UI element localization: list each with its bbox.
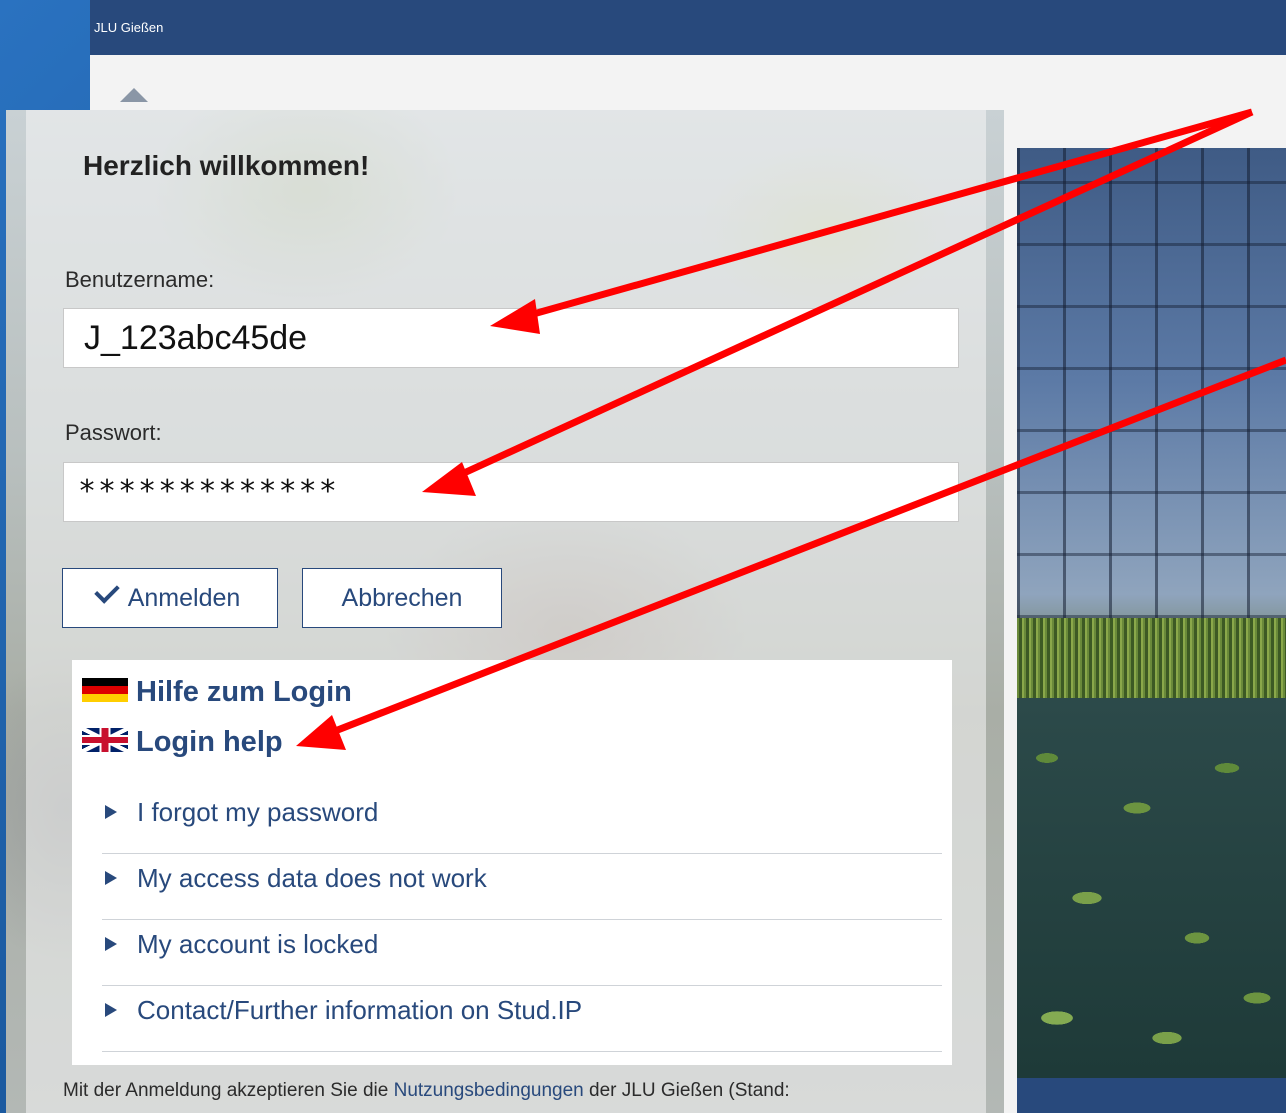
help-item-label: I forgot my password (137, 797, 379, 827)
triangle-right-icon (105, 937, 117, 951)
cancel-button[interactable]: Abbrechen (302, 568, 502, 628)
help-item-access-data[interactable]: My access data does not work (102, 854, 942, 920)
login-button[interactable]: Anmelden (62, 568, 278, 628)
help-item-label: Contact/Further information on Stud.IP (137, 995, 583, 1025)
help-item-forgot-password[interactable]: I forgot my password (102, 788, 942, 854)
terms-prefix: Mit der Anmeldung akzeptieren Sie die (63, 1080, 394, 1101)
lily-pond (1017, 698, 1286, 1078)
help-item-account-locked[interactable]: My account is locked (102, 920, 942, 986)
help-title-en-label: Login help (136, 726, 283, 758)
login-help-box: Hilfe zum Login Login help I forgot my p… (72, 660, 952, 1065)
triangle-right-icon (105, 871, 117, 885)
help-item-contact[interactable]: Contact/Further information on Stud.IP (102, 986, 942, 1052)
building-facade (1017, 148, 1286, 618)
brand-title: JLU Gießen (94, 20, 164, 35)
triangle-right-icon (105, 1003, 117, 1017)
terms-suffix: der JLU Gießen (Stand: (583, 1080, 790, 1101)
german-flag-icon (82, 678, 128, 703)
top-bar: JLU Gießen (90, 0, 1286, 55)
terms-notice: Mit der Anmeldung akzeptieren Sie die Nu… (63, 1080, 790, 1102)
help-title-en[interactable]: Login help (82, 726, 283, 759)
welcome-heading: Herzlich willkommen! (83, 150, 370, 181)
password-label: Passwort: (65, 420, 162, 445)
uk-flag-icon (82, 728, 128, 753)
password-input[interactable]: ************* (63, 462, 959, 522)
help-title-de[interactable]: Hilfe zum Login (82, 676, 352, 709)
footer-bar (1017, 1078, 1286, 1113)
help-title-de-label: Hilfe zum Login (136, 676, 352, 708)
terms-link[interactable]: Nutzungsbedingungen (394, 1080, 584, 1101)
triangle-right-icon (105, 805, 117, 819)
help-item-label: My account is locked (137, 929, 379, 959)
login-button-label: Anmelden (127, 584, 241, 612)
reeds (1017, 618, 1286, 698)
cancel-button-label: Abbrechen (341, 584, 463, 612)
home-icon[interactable] (120, 88, 148, 102)
help-item-label: My access data does not work (137, 863, 487, 893)
username-input[interactable]: J_123abc45de (63, 308, 959, 368)
checkmark-icon (93, 578, 120, 604)
campus-photo (1017, 148, 1286, 1078)
username-label: Benutzername: (65, 267, 215, 292)
